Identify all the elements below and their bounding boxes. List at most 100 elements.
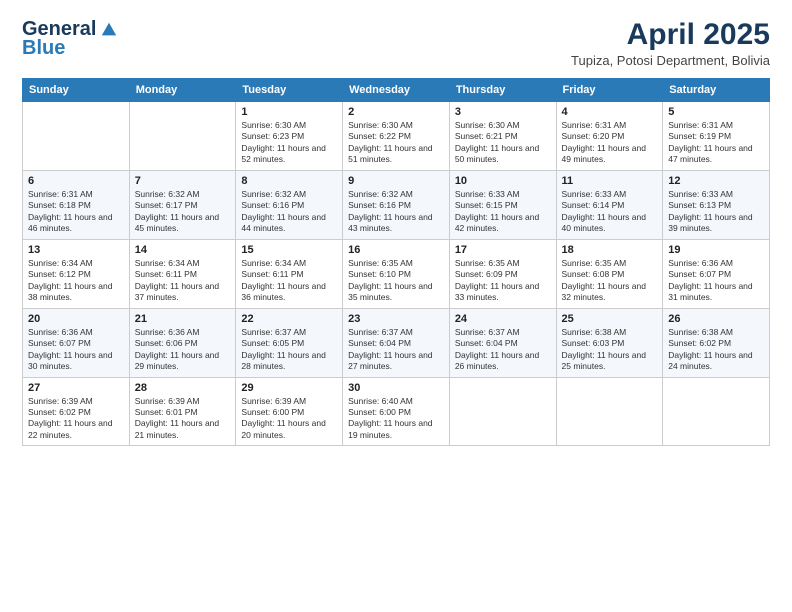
cell-info: Sunrise: 6:34 AM Sunset: 6:12 PM Dayligh… [28,258,124,304]
day-number: 3 [455,106,551,118]
week-row-5: 27Sunrise: 6:39 AM Sunset: 6:02 PM Dayli… [23,377,770,446]
calendar-cell: 27Sunrise: 6:39 AM Sunset: 6:02 PM Dayli… [23,377,130,446]
day-number: 26 [668,313,764,325]
weekday-header-friday: Friday [556,79,663,102]
weekday-header-monday: Monday [129,79,236,102]
cell-info: Sunrise: 6:30 AM Sunset: 6:23 PM Dayligh… [241,120,337,166]
day-number: 28 [135,382,231,394]
header: General Blue April 2025 Tupiza, Potosi D… [22,18,770,68]
week-row-3: 13 Sunrise: 6:34 AM Sunset: 6:12 PM Dayli… [23,239,770,308]
cell-info: Sunrise: 6:30 AM Sunset: 6:21 PM Dayligh… [455,120,551,166]
day-number: 10 [455,175,551,187]
cell-info: Sunrise: 6:33 AM Sunset: 6:14 PM Dayligh… [562,189,658,235]
cell-info: Sunrise: 6:39 AM Sunset: 6:00 PM Dayligh… [241,396,337,442]
day-number: 17 [455,244,551,256]
cell-info: Sunrise: 6:36 AM Sunset: 6:06 PM Dayligh… [135,327,231,373]
day-number: 30 [348,382,444,394]
calendar-cell: 7 Sunrise: 6:32 AM Sunset: 6:17 PM Daylig… [129,170,236,239]
day-number: 13 [28,244,124,256]
calendar-cell: 17 Sunrise: 6:35 AM Sunset: 6:09 PM Dayli… [449,239,556,308]
month-title: April 2025 [571,18,770,51]
day-number: 24 [455,313,551,325]
day-number: 23 [348,313,444,325]
day-number: 15 [241,244,337,256]
calendar-cell: 24 Sunrise: 6:37 AM Sunset: 6:04 PM Dayli… [449,308,556,377]
day-number: 20 [28,313,124,325]
logo: General Blue [22,18,118,60]
calendar-cell: 8Sunrise: 6:32 AM Sunset: 6:16 PM Daylig… [236,170,343,239]
cell-info: Sunrise: 6:37 AM Sunset: 6:04 PM Dayligh… [348,327,444,373]
calendar-cell: 21 Sunrise: 6:36 AM Sunset: 6:06 PM Dayli… [129,308,236,377]
calendar-cell: 1 Sunrise: 6:30 AM Sunset: 6:23 PM Daylig… [236,102,343,171]
cell-info: Sunrise: 6:40 AM Sunset: 6:00 PM Dayligh… [348,396,444,442]
calendar-cell: 25Sunrise: 6:38 AM Sunset: 6:03 PM Dayli… [556,308,663,377]
day-number: 5 [668,106,764,118]
cell-info: Sunrise: 6:35 AM Sunset: 6:08 PM Dayligh… [562,258,658,304]
calendar-cell [449,377,556,446]
cell-info: Sunrise: 6:34 AM Sunset: 6:11 PM Dayligh… [135,258,231,304]
cell-info: Sunrise: 6:35 AM Sunset: 6:09 PM Dayligh… [455,258,551,304]
logo-blue-text: Blue [22,37,65,60]
calendar-cell: 13 Sunrise: 6:34 AM Sunset: 6:12 PM Dayli… [23,239,130,308]
cell-info: Sunrise: 6:32 AM Sunset: 6:17 PM Dayligh… [135,189,231,235]
day-number: 21 [135,313,231,325]
weekday-header-thursday: Thursday [449,79,556,102]
calendar-cell [663,377,770,446]
calendar-cell: 15 Sunrise: 6:34 AM Sunset: 6:11 PM Dayli… [236,239,343,308]
location-subtitle: Tupiza, Potosi Department, Bolivia [571,53,770,68]
calendar-cell: 19 Sunrise: 6:36 AM Sunset: 6:07 PM Dayli… [663,239,770,308]
calendar-cell: 4 Sunrise: 6:31 AM Sunset: 6:20 PM Daylig… [556,102,663,171]
weekday-header-row: SundayMondayTuesdayWednesdayThursdayFrid… [23,79,770,102]
cell-info: Sunrise: 6:31 AM Sunset: 6:19 PM Dayligh… [668,120,764,166]
week-row-4: 20 Sunrise: 6:36 AM Sunset: 6:07 PM Dayli… [23,308,770,377]
day-number: 1 [241,106,337,118]
cell-info: Sunrise: 6:31 AM Sunset: 6:18 PM Dayligh… [28,189,124,235]
calendar-table: SundayMondayTuesdayWednesdayThursdayFrid… [22,78,770,446]
calendar-cell: 3 Sunrise: 6:30 AM Sunset: 6:21 PM Daylig… [449,102,556,171]
cell-info: Sunrise: 6:36 AM Sunset: 6:07 PM Dayligh… [668,258,764,304]
day-number: 22 [241,313,337,325]
cell-info: Sunrise: 6:37 AM Sunset: 6:04 PM Dayligh… [455,327,551,373]
weekday-header-wednesday: Wednesday [343,79,450,102]
calendar-cell: 20 Sunrise: 6:36 AM Sunset: 6:07 PM Dayli… [23,308,130,377]
day-number: 27 [28,382,124,394]
cell-info: Sunrise: 6:34 AM Sunset: 6:11 PM Dayligh… [241,258,337,304]
calendar-cell: 23 Sunrise: 6:37 AM Sunset: 6:04 PM Dayli… [343,308,450,377]
cell-info: Sunrise: 6:37 AM Sunset: 6:05 PM Dayligh… [241,327,337,373]
calendar-cell: 22 Sunrise: 6:37 AM Sunset: 6:05 PM Dayli… [236,308,343,377]
day-number: 19 [668,244,764,256]
calendar-cell [556,377,663,446]
calendar-cell: 6Sunrise: 6:31 AM Sunset: 6:18 PM Daylig… [23,170,130,239]
logo-icon [100,21,118,39]
day-number: 4 [562,106,658,118]
week-row-2: 6Sunrise: 6:31 AM Sunset: 6:18 PM Daylig… [23,170,770,239]
calendar-cell: 26Sunrise: 6:38 AM Sunset: 6:02 PM Dayli… [663,308,770,377]
calendar-cell: 11Sunrise: 6:33 AM Sunset: 6:14 PM Dayli… [556,170,663,239]
day-number: 14 [135,244,231,256]
cell-info: Sunrise: 6:31 AM Sunset: 6:20 PM Dayligh… [562,120,658,166]
weekday-header-tuesday: Tuesday [236,79,343,102]
day-number: 29 [241,382,337,394]
calendar-cell: 12Sunrise: 6:33 AM Sunset: 6:13 PM Dayli… [663,170,770,239]
calendar-cell: 16Sunrise: 6:35 AM Sunset: 6:10 PM Dayli… [343,239,450,308]
calendar-cell: 14 Sunrise: 6:34 AM Sunset: 6:11 PM Dayli… [129,239,236,308]
weekday-header-sunday: Sunday [23,79,130,102]
day-number: 2 [348,106,444,118]
page: General Blue April 2025 Tupiza, Potosi D… [0,0,792,612]
weekday-header-saturday: Saturday [663,79,770,102]
calendar-cell: 28 Sunrise: 6:39 AM Sunset: 6:01 PM Dayli… [129,377,236,446]
cell-info: Sunrise: 6:39 AM Sunset: 6:01 PM Dayligh… [135,396,231,442]
calendar-cell: 5 Sunrise: 6:31 AM Sunset: 6:19 PM Daylig… [663,102,770,171]
cell-info: Sunrise: 6:33 AM Sunset: 6:15 PM Dayligh… [455,189,551,235]
cell-info: Sunrise: 6:36 AM Sunset: 6:07 PM Dayligh… [28,327,124,373]
cell-info: Sunrise: 6:30 AM Sunset: 6:22 PM Dayligh… [348,120,444,166]
calendar-cell: 29 Sunrise: 6:39 AM Sunset: 6:00 PM Dayli… [236,377,343,446]
calendar-cell [23,102,130,171]
day-number: 7 [135,175,231,187]
calendar-cell: 9Sunrise: 6:32 AM Sunset: 6:16 PM Daylig… [343,170,450,239]
day-number: 12 [668,175,764,187]
calendar-cell [129,102,236,171]
cell-info: Sunrise: 6:38 AM Sunset: 6:03 PM Dayligh… [562,327,658,373]
day-number: 16 [348,244,444,256]
calendar-cell: 2 Sunrise: 6:30 AM Sunset: 6:22 PM Daylig… [343,102,450,171]
